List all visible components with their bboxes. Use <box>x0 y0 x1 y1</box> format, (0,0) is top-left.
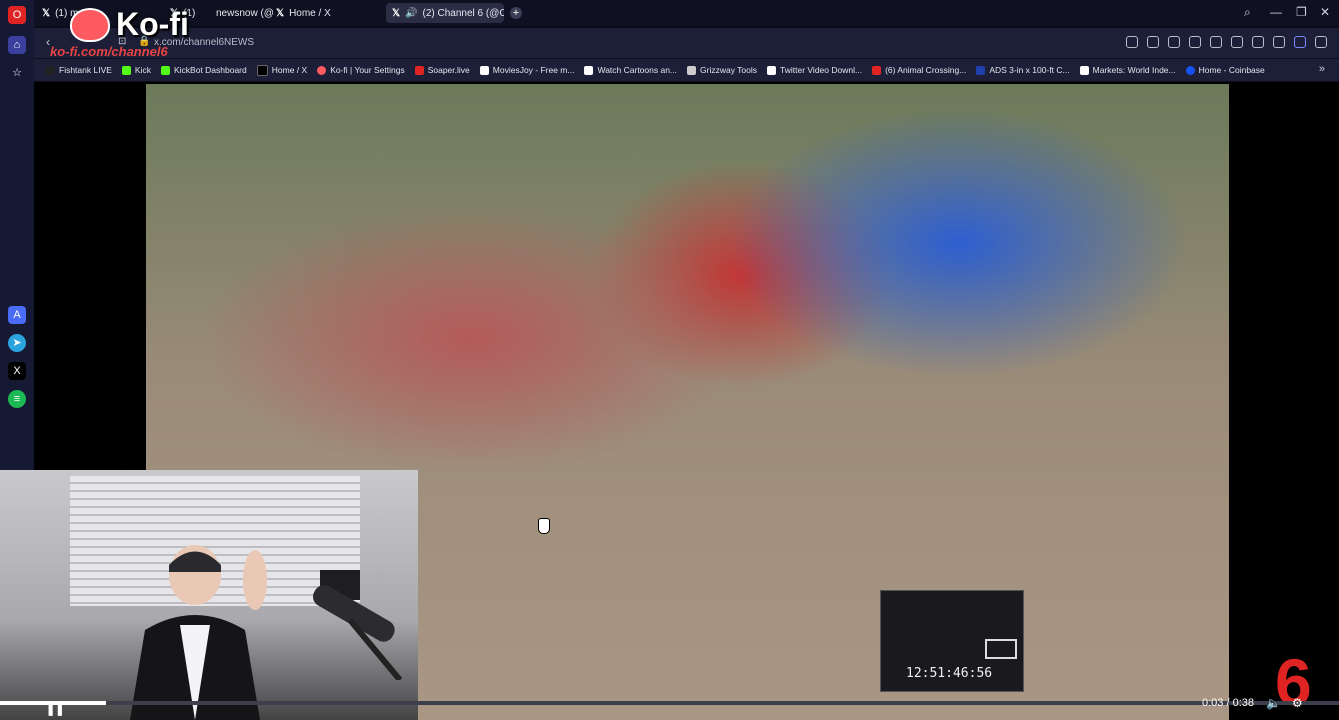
page-icon <box>584 65 594 75</box>
bookmark-label: Soaper.live <box>427 65 470 75</box>
bookmark-ads[interactable]: ADS 3-in x 100-ft C... <box>976 65 1070 75</box>
extension-icons <box>1126 36 1327 48</box>
tab-3[interactable]: newsnow (@c <box>210 3 274 23</box>
bookmark-fishtank[interactable]: Fishtank LIVE <box>46 65 112 75</box>
sound-icon[interactable] <box>1294 36 1306 48</box>
spotify-icon[interactable]: ≡ <box>8 390 26 408</box>
tab-4[interactable]: 𝕏 Home / X <box>270 3 360 23</box>
video-controls: ❚❚ 0:03 / 0:38 🔈 ⚙ <box>0 690 1339 720</box>
bookmark-animal-crossing[interactable]: (6) Animal Crossing... <box>872 65 966 75</box>
bookmark-label: MoviesJoy - Free m... <box>492 65 575 75</box>
bookmark-label: Twitter Video Downl... <box>780 65 863 75</box>
speaker-icon[interactable]: 🔊 <box>405 8 417 19</box>
bookmark-label: Markets: World Inde... <box>1092 65 1176 75</box>
x-logo-icon: 𝕏 <box>276 7 285 19</box>
bookmark-label: Ko-fi | Your Settings <box>330 65 405 75</box>
minimize-button[interactable]: — <box>1270 5 1282 19</box>
bookmark-grizzway[interactable]: Grizzway Tools <box>687 65 757 75</box>
x-icon[interactable]: X <box>8 362 26 380</box>
box-icon[interactable] <box>1315 36 1327 48</box>
telegram-icon[interactable]: ➤ <box>8 334 26 352</box>
bookmark-twitter-dl[interactable]: Twitter Video Downl... <box>767 65 862 75</box>
aria-icon[interactable]: A <box>8 306 26 324</box>
download-icon[interactable] <box>1231 36 1243 48</box>
volume-icon[interactable]: 🔈 <box>1266 696 1281 710</box>
webcam-overlay <box>0 470 418 720</box>
chart-icon <box>1079 65 1089 75</box>
x-logo-icon <box>256 64 268 76</box>
play-icon[interactable] <box>1189 36 1201 48</box>
maximize-button[interactable]: ❐ <box>1296 5 1307 19</box>
bookmark-markets[interactable]: Markets: World Inde... <box>1079 65 1176 75</box>
kickbot-icon <box>160 65 170 75</box>
youtube-icon <box>872 65 882 75</box>
dashcam-overlay: 12:51:46:56 <box>880 590 1024 692</box>
address-bar: ‹ ⊡ 🔒 x.com/channel6NEWS <box>34 28 1339 58</box>
tab-bar: 𝕏 (1) m 𝕏 (1) newsnow (@c 𝕏 Home / X 𝕏 🔊 (2) … <box>34 0 1339 26</box>
dashcam-timestamp: 12:51:46:56 <box>906 666 993 681</box>
tab-label: Home / X <box>289 7 331 19</box>
close-button[interactable]: ✕ <box>1320 5 1330 19</box>
page-icon <box>767 65 777 75</box>
bookmark-label: Kick <box>134 65 151 75</box>
bookmark-label: ADS 3-in x 100-ft C... <box>989 65 1070 75</box>
grizzway-icon <box>687 65 697 75</box>
kofi-url-overlay: ko-fi.com/channel6 <box>50 44 168 59</box>
x-logo-icon: 𝕏 <box>42 7 51 19</box>
bookmark-label: KickBot Dashboard <box>173 65 247 75</box>
video-time-display: 0:03 / 0:38 <box>1202 697 1254 709</box>
bookmark-kickbot[interactable]: KickBot Dashboard <box>160 65 247 75</box>
bookmark-kofi[interactable]: Ko-fi | Your Settings <box>317 65 405 75</box>
search-tabs-icon[interactable]: ⌕ <box>1244 5 1251 20</box>
camera-icon[interactable] <box>1147 36 1159 48</box>
home-icon[interactable]: ⌂ <box>8 36 26 54</box>
bookmark-home-x[interactable]: Home / X <box>256 64 308 76</box>
shield-icon[interactable] <box>1168 36 1180 48</box>
kick-icon <box>121 65 131 75</box>
kofi-logo-text: Ko-fi <box>116 6 189 42</box>
tab-label: (2) Channel 6 (@Chan <box>422 7 504 19</box>
tab-label: newsnow (@c <box>216 7 274 19</box>
tab-5-active[interactable]: 𝕏 🔊 (2) Channel 6 (@Chan <box>386 3 504 23</box>
pause-icon[interactable]: ❚❚ <box>46 703 64 716</box>
browser-sidebar: O ⌂ ☆ A ➤ X ≡ <box>0 0 34 470</box>
youtube-icon <box>414 65 424 75</box>
bookmark-label: Home / X <box>271 65 308 75</box>
microphone-figure <box>313 570 403 680</box>
hand-cursor-icon <box>538 518 550 534</box>
bookmarks-overflow-icon[interactable]: » <box>1319 63 1325 75</box>
heart-icon[interactable] <box>1210 36 1222 48</box>
coinbase-icon <box>1185 65 1195 75</box>
ads-icon <box>976 65 986 75</box>
bookmark-soaper[interactable]: Soaper.live <box>414 65 470 75</box>
bookmark-moviesjoy[interactable]: MoviesJoy - Free m... <box>479 65 575 75</box>
kofi-logo: Ko-fi <box>70 6 189 43</box>
opera-logo-icon[interactable]: O <box>8 6 26 24</box>
bookmark-kick[interactable]: Kick <box>121 65 151 75</box>
bookmark-coinbase[interactable]: Home - Coinbase <box>1185 65 1265 75</box>
kofi-icon <box>317 65 327 75</box>
star-icon[interactable]: ☆ <box>8 64 26 82</box>
settings-icon[interactable]: ⚙ <box>1292 696 1303 710</box>
menu-icon[interactable] <box>1252 36 1264 48</box>
fishtank-icon <box>46 65 55 75</box>
bookmarks-bar: Fishtank LIVE Kick KickBot Dashboard Hom… <box>34 59 1339 81</box>
x-logo-icon: 𝕏 <box>392 7 401 19</box>
bookmark-label: Watch Cartoons an... <box>597 65 678 75</box>
bookmark-label: (6) Animal Crossing... <box>885 65 967 75</box>
battery-icon <box>985 639 1017 659</box>
bookmark-label: Grizzway Tools <box>700 65 758 75</box>
page-icon <box>479 65 489 75</box>
bookmark-cartoons[interactable]: Watch Cartoons an... <box>584 65 677 75</box>
bookmark-label: Home - Coinbase <box>1198 65 1265 75</box>
new-tab-button[interactable]: + <box>510 7 522 19</box>
bookmark-label: Fishtank LIVE <box>59 65 112 75</box>
profile-icon[interactable] <box>1273 36 1285 48</box>
kofi-cup-icon <box>70 7 110 42</box>
edit-icon[interactable] <box>1126 36 1138 48</box>
